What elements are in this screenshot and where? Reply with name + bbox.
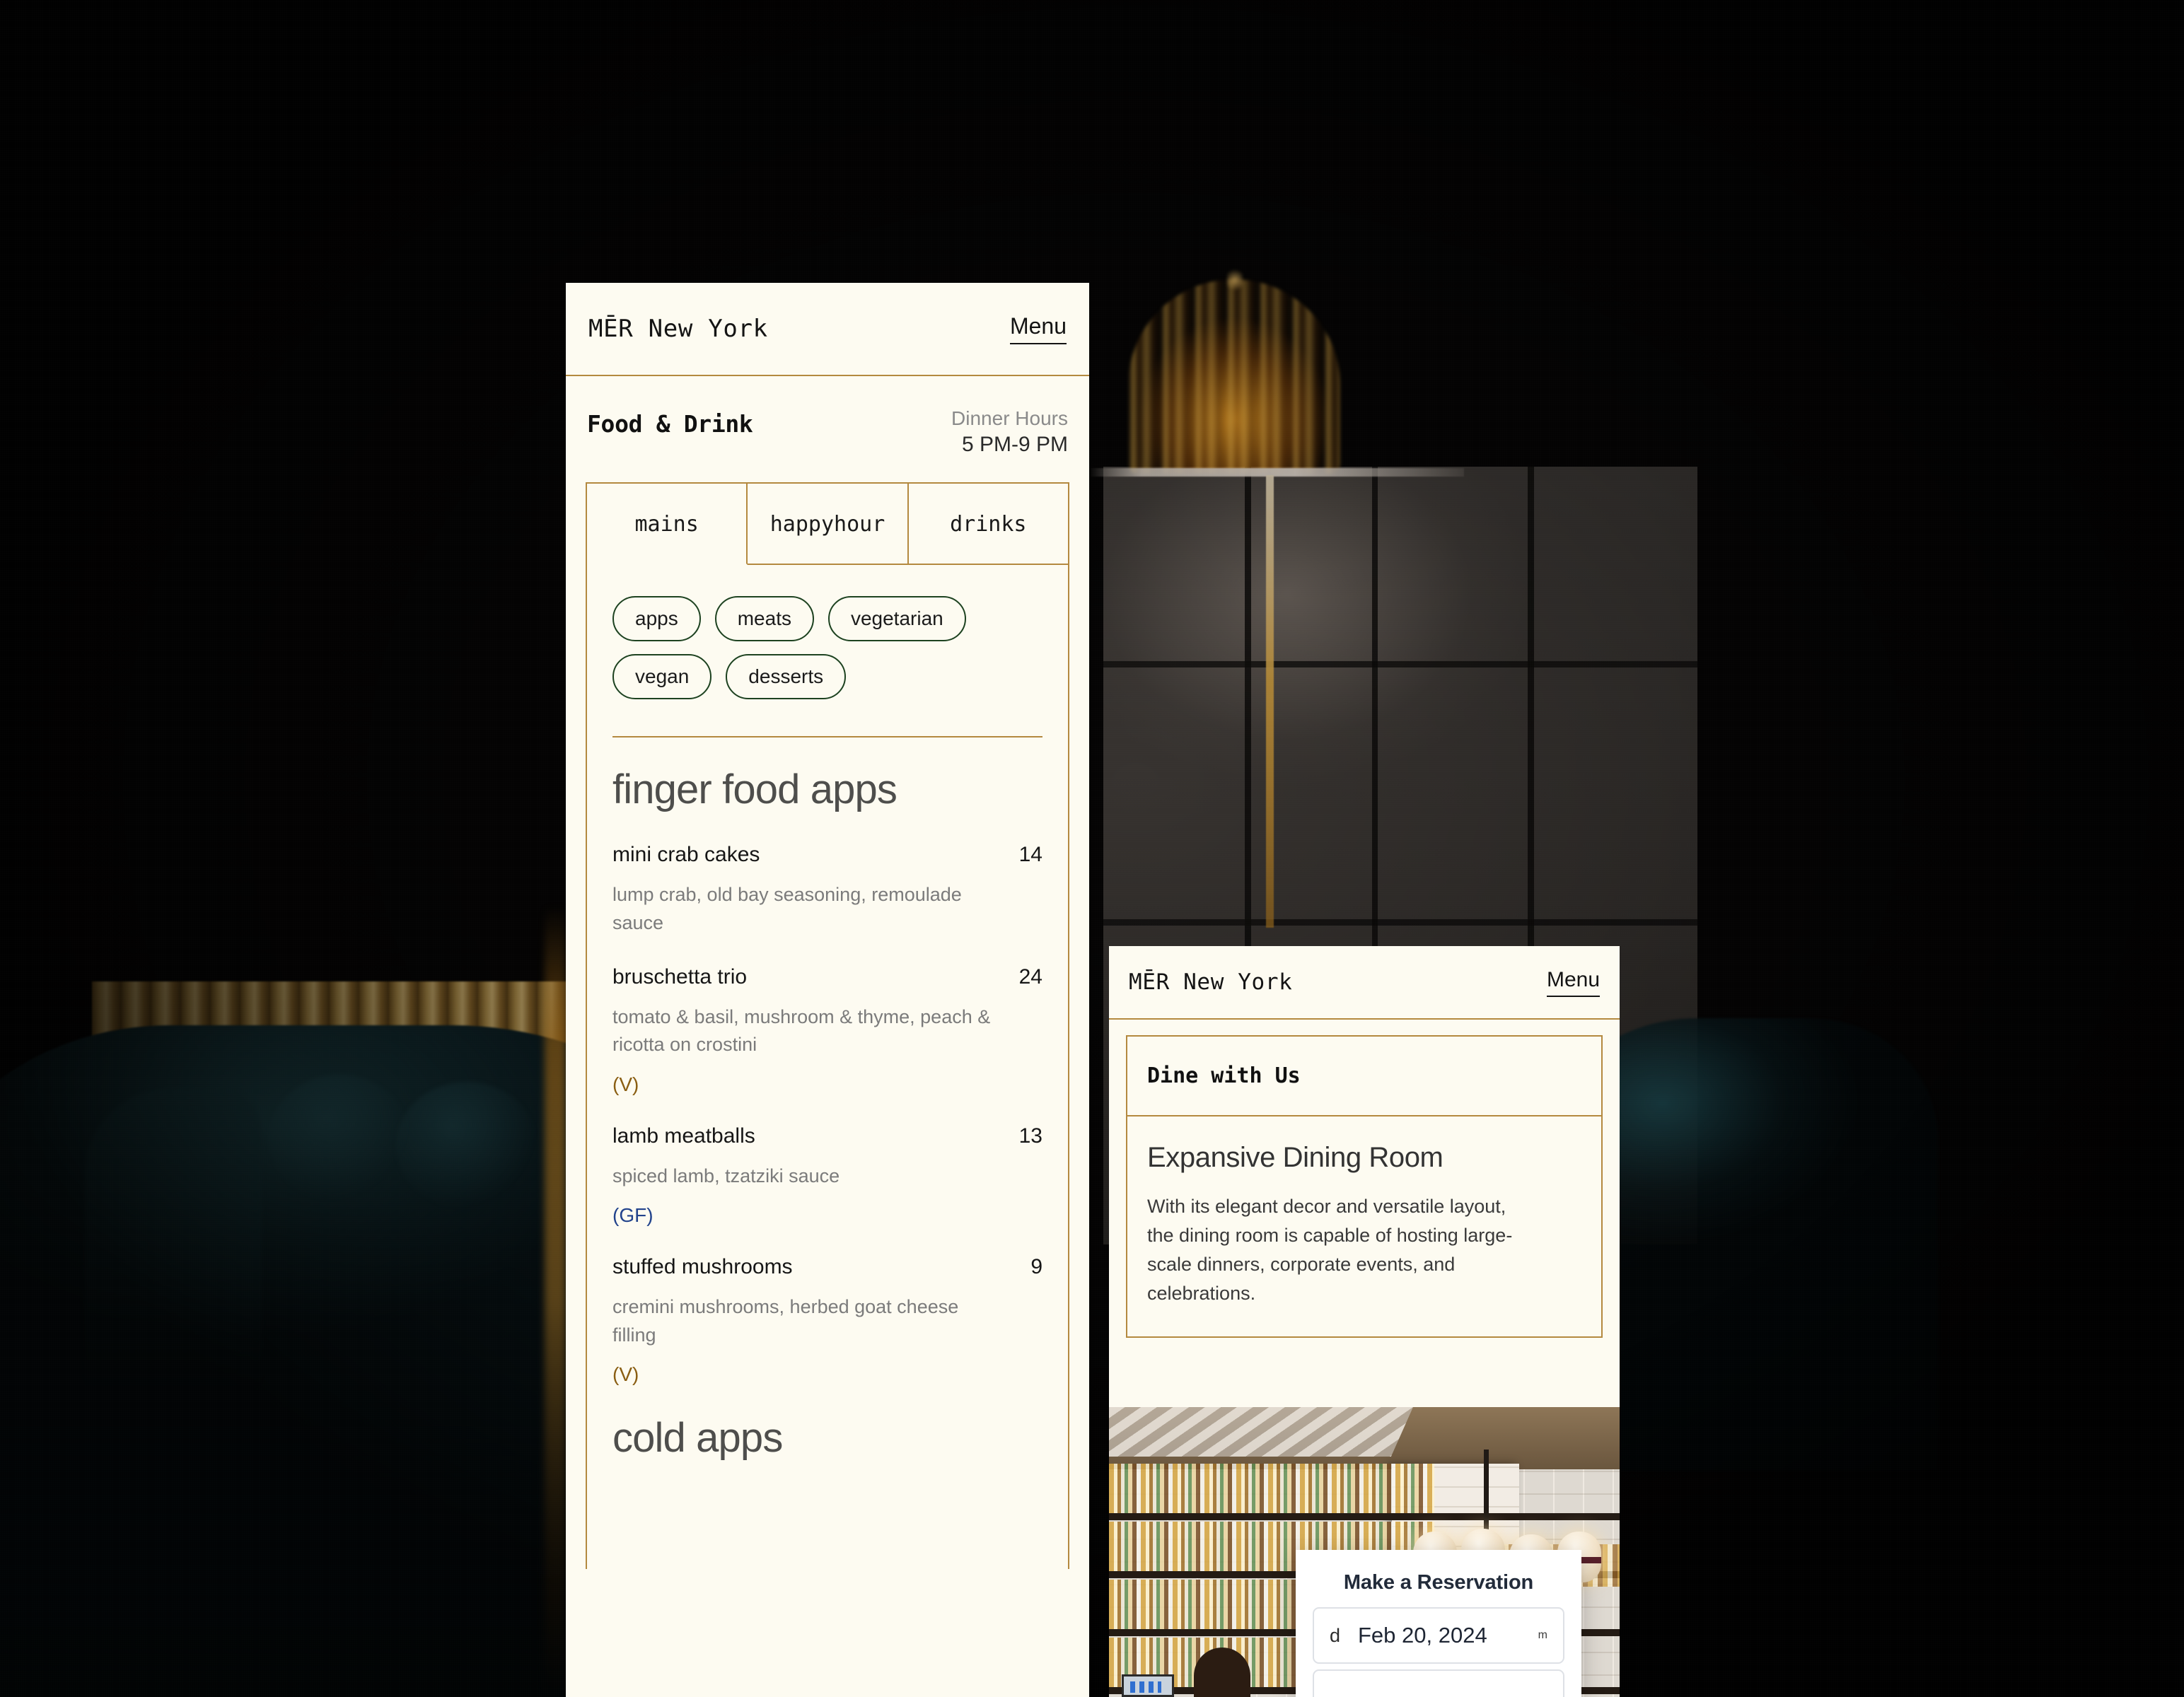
menu-item-price: 13 — [1018, 1124, 1042, 1148]
tab-drinks[interactable]: drinks — [908, 484, 1068, 566]
menu-item-header: lamb meatballs 13 — [612, 1124, 1042, 1148]
calendar-icon: d — [1330, 1624, 1341, 1646]
menu-item-tag-vegetarian: (V) — [612, 1363, 639, 1386]
food-and-drink-panel: MĒR New York Menu Food & Drink Dinner Ho… — [566, 283, 1089, 1697]
pendant-rod — [1484, 1450, 1489, 1533]
dining-room-description: With its elegant decor and versatile lay… — [1147, 1196, 1513, 1305]
section-divider — [612, 736, 1042, 738]
brand-wordmark: MĒR New York — [588, 315, 768, 343]
menu-nav-link[interactable]: Menu — [1009, 313, 1067, 344]
reservation-date-field[interactable]: d Feb 20, 2024 m — [1313, 1607, 1564, 1664]
section-heading-cold-apps: cold apps — [612, 1415, 783, 1462]
reservation-time-field[interactable] — [1313, 1669, 1564, 1697]
menu-item-name: lamb meatballs — [612, 1124, 755, 1148]
menu-item-tag-vegetarian: (V) — [612, 1073, 639, 1095]
filter-pill-apps[interactable]: apps — [612, 596, 701, 642]
menu-item: stuffed mushrooms 9 cremini mushrooms, h… — [612, 1255, 1042, 1386]
menu-item: lamb meatballs 13 spiced lamb, tzatziki … — [612, 1124, 1042, 1227]
liquor-bottle-row — [1109, 1464, 1434, 1516]
dining-room-title: Expansive Dining Room — [1147, 1142, 1444, 1173]
menu-item-price: 9 — [1030, 1255, 1042, 1279]
chevron-down-icon: m — [1538, 1629, 1547, 1641]
pos-terminal — [1122, 1674, 1174, 1697]
tab-mains[interactable]: mains — [587, 484, 748, 566]
menu-item-description: cremini mushrooms, herbed goat cheese fi… — [612, 1296, 959, 1346]
menu-item: bruschetta trio 24 tomato & basil, mushr… — [612, 965, 1042, 1096]
menu-item-header: bruschetta trio 24 — [612, 965, 1042, 989]
dining-room-card: Expansive Dining Room With its elegant d… — [1126, 1116, 1603, 1339]
reservation-date-value: Feb 20, 2024 — [1358, 1623, 1487, 1648]
menu-panel-brandbar: MĒR New York Menu — [566, 283, 1089, 376]
menu-body: apps meats vegetarian vegan desserts fin… — [586, 565, 1069, 1570]
filter-pill-group: apps meats vegetarian vegan desserts — [612, 596, 1042, 700]
background-photo — [0, 0, 2184, 1697]
menu-item-name: bruschetta trio — [612, 965, 748, 989]
filter-pill-vegetarian[interactable]: vegetarian — [827, 596, 966, 642]
bar-ceiling — [1109, 1407, 1620, 1469]
tab-happyhour[interactable]: happyhour — [748, 484, 909, 566]
dine-with-us-header-box: Dine with Us — [1126, 1035, 1603, 1116]
menu-item-name: mini crab cakes — [612, 843, 760, 867]
menu-category-tabs: mains happyhour drinks — [586, 482, 1069, 566]
menu-item-header: mini crab cakes 14 — [612, 843, 1042, 867]
menu-item-description: spiced lamb, tzatziki sauce — [612, 1165, 840, 1186]
reservation-title: Make a Reservation — [1343, 1571, 1534, 1594]
ceiling-mirror-panel — [1109, 1407, 1413, 1457]
menu-item-price: 14 — [1018, 843, 1042, 867]
filter-pill-desserts[interactable]: desserts — [726, 654, 847, 700]
section-heading-finger-food-apps: finger food apps — [612, 766, 898, 813]
menu-item-description: lump crab, old bay seasoning, remoulade … — [612, 884, 962, 933]
hours-label: Dinner Hours — [951, 407, 1068, 429]
dine-panel-brandbar: MĒR New York Menu — [1109, 946, 1620, 1020]
menu-item-price: 24 — [1018, 965, 1042, 989]
dinner-hours: Dinner Hours 5 PM-9 PM — [951, 406, 1068, 458]
menu-item-header: stuffed mushrooms 9 — [612, 1255, 1042, 1279]
dine-with-us-heading: Dine with Us — [1147, 1063, 1301, 1088]
menu-nav-link[interactable]: Menu — [1546, 968, 1600, 997]
menu-item: mini crab cakes 14 lump crab, old bay se… — [612, 843, 1042, 937]
page-title: Food & Drink — [587, 410, 753, 438]
hours-value: 5 PM-9 PM — [961, 432, 1068, 456]
menu-title-row: Food & Drink Dinner Hours 5 PM-9 PM — [566, 376, 1089, 482]
menu-item-tag-glutenfree: (GF) — [612, 1204, 654, 1227]
menu-item-name: stuffed mushrooms — [612, 1255, 793, 1279]
menu-item-description: tomato & basil, mushroom & thyme, peach … — [612, 1006, 991, 1056]
bar-guest-silhouette — [1194, 1648, 1250, 1697]
bar-shelf — [1109, 1513, 1620, 1520]
filter-pill-vegan[interactable]: vegan — [612, 654, 712, 700]
brand-wordmark: MĒR New York — [1129, 969, 1293, 995]
reservation-dialog: Make a Reservation d Feb 20, 2024 m — [1296, 1550, 1581, 1697]
film-grain — [0, 0, 2184, 1697]
filter-pill-meats[interactable]: meats — [714, 596, 814, 642]
